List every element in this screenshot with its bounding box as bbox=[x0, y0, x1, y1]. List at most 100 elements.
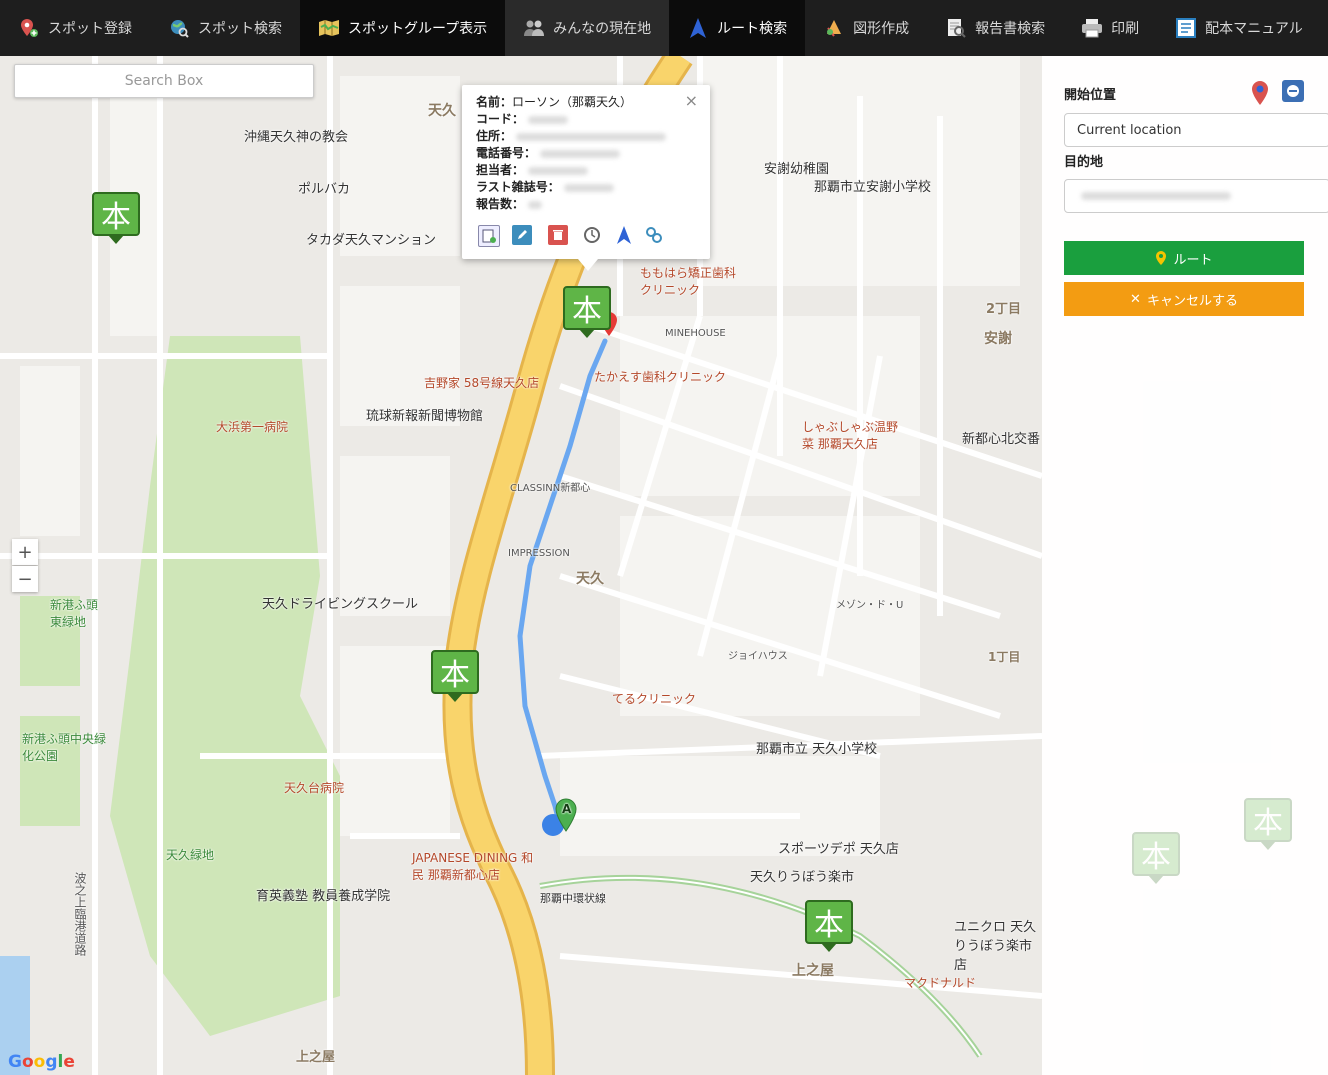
map-canvas[interactable]: A 沖縄天久神の教会 ポルバカ タカダ天久マンション 大浜第一病院 琉球新報新聞… bbox=[0, 56, 1042, 1075]
nav-label: ルート検索 bbox=[717, 21, 788, 37]
map-label: 天久緑地 bbox=[166, 848, 215, 862]
map-label: 1丁目 bbox=[988, 650, 1021, 664]
destination-label: 目的地 bbox=[1064, 155, 1104, 170]
map-label: 那覇中環状線 bbox=[540, 892, 606, 905]
map-label: 新港ふ頭中央緑化公園 bbox=[22, 732, 107, 763]
map-label: マクドナルド bbox=[904, 976, 977, 990]
location-pin-icon[interactable] bbox=[1250, 80, 1270, 110]
edit-icon[interactable] bbox=[512, 225, 532, 245]
map-label: MINEHOUSE bbox=[665, 328, 726, 339]
popup-name-value: ローソン（那覇天久） bbox=[512, 95, 633, 109]
remove-icon[interactable] bbox=[1282, 80, 1304, 102]
popup-close-button[interactable]: × bbox=[685, 91, 698, 110]
popup-address-row: 住所： bbox=[476, 127, 667, 144]
add-report-icon[interactable] bbox=[478, 225, 500, 247]
delete-icon[interactable] bbox=[548, 225, 568, 245]
popup-name-label: 名前： bbox=[476, 95, 513, 109]
nav-spot-register[interactable]: スポット登録 bbox=[0, 0, 150, 56]
history-icon[interactable] bbox=[582, 225, 602, 245]
map-label: 新都心北交番 bbox=[962, 432, 1041, 447]
map-label: タカダ天久マンション bbox=[306, 233, 437, 248]
map-label: 波之上臨港道路 bbox=[73, 872, 87, 956]
navigation-arrow-icon[interactable] bbox=[614, 225, 634, 245]
location-pin-icon bbox=[1156, 251, 1167, 265]
nav-route-search[interactable]: ルート検索 bbox=[669, 0, 806, 56]
map-label: 2丁目 bbox=[986, 302, 1022, 317]
nav-label: 図形作成 bbox=[853, 21, 910, 37]
nav-spot-group[interactable]: スポットグループ表示 bbox=[300, 0, 506, 56]
route-button[interactable]: ルート bbox=[1064, 241, 1304, 275]
map-label: 那覇市立 天久小学校 bbox=[756, 742, 878, 757]
popup-report-count-row: 報告数： bbox=[476, 195, 543, 212]
map-label: ユニクロ 天久りうぼう楽市店 bbox=[954, 920, 1037, 973]
map-label: スポーツデポ 天久店 bbox=[778, 842, 899, 857]
map-label: 大浜第一病院 bbox=[216, 420, 289, 434]
cancel-button[interactable]: ✕ キャンセルする bbox=[1064, 282, 1304, 316]
map-label: 天久 bbox=[428, 103, 456, 119]
popup-report-count-label: 報告数： bbox=[476, 197, 525, 211]
spot-info-popup: × 名前：ローソン（那覇天久） コード： 住所： 電話番号： 担当者： ラスト雑… bbox=[462, 85, 710, 271]
popup-code-row: コード： bbox=[476, 110, 569, 127]
popup-last-issue-label: ラスト雑誌号： bbox=[476, 180, 560, 194]
manual-icon bbox=[1175, 17, 1197, 39]
hon-store-marker[interactable]: 本 bbox=[431, 650, 479, 702]
map-label: 育英義塾 教員養成学院 bbox=[256, 889, 391, 904]
nav-label: スポット検索 bbox=[198, 21, 282, 37]
nav-manual[interactable]: 配本マニュアル bbox=[1157, 0, 1321, 56]
map-label: 新港ふ頭東緑地 bbox=[50, 598, 99, 629]
nav-report-search[interactable]: 報告書検索 bbox=[927, 0, 1063, 56]
top-navigation: スポット登録 スポット検索 スポットグループ表示 みんなの現在地 ルート検索 図… bbox=[0, 0, 1328, 56]
route-start-marker-label: A bbox=[562, 802, 572, 816]
redacted-value bbox=[563, 183, 614, 192]
people-icon bbox=[523, 17, 545, 39]
zoom-in-button[interactable]: + bbox=[12, 539, 38, 565]
pin-plus-icon bbox=[18, 17, 40, 39]
popup-person-label: 担当者： bbox=[476, 163, 525, 177]
popup-last-issue-row: ラスト雑誌号： bbox=[476, 178, 614, 195]
map-label: ポルバカ bbox=[298, 182, 351, 197]
map-icon bbox=[318, 17, 340, 39]
popup-code-label: コード： bbox=[476, 112, 525, 126]
map-label: しゃぶしゃぶ温野菜 那覇天久店 bbox=[802, 420, 899, 451]
zoom-out-button[interactable]: − bbox=[12, 566, 38, 592]
hon-store-marker: 本 bbox=[1132, 832, 1180, 884]
map-label: 安謝 bbox=[984, 331, 1012, 347]
map-label: 天久台病院 bbox=[284, 781, 345, 795]
nav-label: スポットグループ表示 bbox=[348, 21, 488, 37]
map-label: JAPANESE DINING 和民 那覇新都心店 bbox=[412, 851, 534, 882]
map-label: 沖縄天久神の教会 bbox=[244, 130, 349, 145]
map-label: たかえす歯科クリニック bbox=[594, 370, 727, 384]
close-icon: ✕ bbox=[1130, 291, 1141, 307]
nav-print[interactable]: 印刷 bbox=[1063, 0, 1157, 56]
map-label: 吉野家 58号線天久店 bbox=[424, 376, 540, 390]
redacted-value bbox=[1081, 192, 1231, 200]
map-label: 天久ドライビングスクール bbox=[262, 597, 419, 612]
popup-person-row: 担当者： bbox=[476, 161, 589, 178]
link-icon[interactable] bbox=[644, 225, 664, 245]
shapes-icon bbox=[823, 17, 845, 39]
hon-store-marker[interactable]: 本 bbox=[805, 900, 853, 952]
printer-icon bbox=[1081, 17, 1103, 39]
nav-everyone-location[interactable]: みんなの現在地 bbox=[505, 0, 670, 56]
redacted-value bbox=[540, 149, 621, 158]
report-search-icon bbox=[945, 17, 967, 39]
nav-label: 報告書検索 bbox=[975, 21, 1046, 37]
nav-spot-search[interactable]: スポット検索 bbox=[150, 0, 300, 56]
nav-label: 印刷 bbox=[1111, 21, 1140, 37]
hon-store-marker[interactable]: 本 bbox=[92, 192, 140, 244]
google-logo: Google bbox=[8, 1052, 75, 1072]
start-position-label: 開始位置 bbox=[1064, 88, 1117, 103]
hon-store-marker[interactable]: 本 bbox=[563, 286, 611, 338]
map-label: 安謝幼稚園 bbox=[764, 162, 830, 177]
redacted-value bbox=[528, 200, 543, 209]
map-search-input[interactable]: Search Box bbox=[14, 64, 314, 98]
redacted-value bbox=[528, 115, 569, 124]
map-label: CLASSINN新都心 bbox=[510, 483, 591, 494]
popup-phone-row: 電話番号： bbox=[476, 144, 621, 161]
destination-input[interactable] bbox=[1064, 179, 1328, 213]
start-location-input[interactable]: Current location bbox=[1064, 113, 1328, 147]
nav-shape-create[interactable]: 図形作成 bbox=[805, 0, 927, 56]
map-label: ももはら矯正歯科クリニック bbox=[640, 266, 737, 297]
map-label: IMPRESSION bbox=[508, 548, 570, 559]
route-panel: 開始位置 Current location 目的地 ルート ✕ キャンセルする … bbox=[1042, 56, 1328, 1075]
